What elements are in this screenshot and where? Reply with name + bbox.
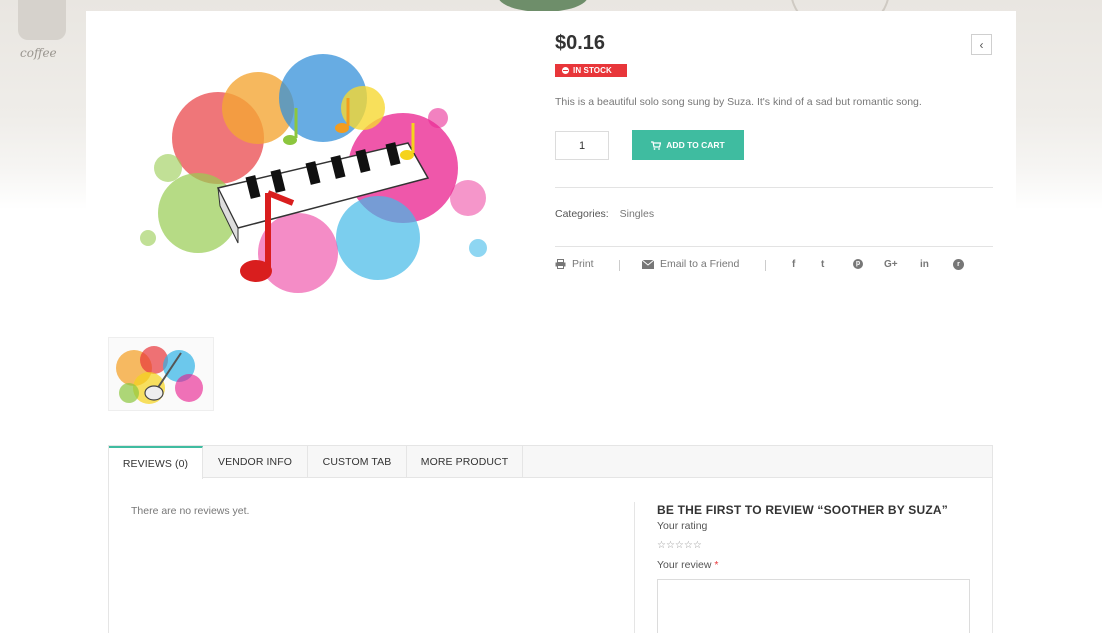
stock-status-badge: IN STOCK	[555, 64, 627, 77]
required-marker: *	[714, 559, 719, 571]
review-column-divider	[634, 502, 635, 633]
tab-bar: REVIEWS (0) VENDOR INFO CUSTOM TAB MORE …	[109, 446, 992, 479]
add-to-cart-label: ADD TO CART	[666, 140, 725, 150]
product-main-image[interactable]	[108, 28, 528, 328]
tab-custom[interactable]: CUSTOM TAB	[308, 446, 407, 478]
review-label: Your review *	[657, 559, 719, 571]
share-separator	[765, 260, 766, 271]
google-plus-icon[interactable]: G+	[884, 259, 898, 270]
linkedin-icon[interactable]: in	[920, 259, 929, 270]
email-friend-label: Email to a Friend	[660, 258, 740, 270]
add-to-cart-button[interactable]: ADD TO CART	[632, 130, 744, 160]
chevron-left-icon: ‹	[979, 37, 984, 52]
facebook-icon[interactable]: f	[792, 259, 795, 270]
guitar-thumbnail-icon	[109, 338, 213, 410]
product-price: $0.16	[555, 32, 606, 54]
categories-label: Categories:	[555, 208, 609, 220]
cart-icon	[651, 140, 662, 150]
background-mug	[18, 0, 66, 40]
product-categories: Categories: Singles	[555, 208, 654, 220]
review-label-text: Your review	[657, 559, 712, 571]
review-textarea[interactable]	[657, 579, 970, 633]
category-link-singles[interactable]: Singles	[620, 208, 654, 220]
tab-reviews[interactable]: REVIEWS (0)	[109, 446, 203, 479]
envelope-icon	[642, 259, 654, 269]
tab-more-product[interactable]: MORE PRODUCT	[407, 446, 523, 478]
share-separator	[619, 260, 620, 271]
product-thumbnail[interactable]	[108, 337, 214, 411]
previous-product-button[interactable]: ‹	[971, 34, 992, 55]
rating-stars[interactable]: ☆☆☆☆☆	[657, 540, 702, 551]
no-reviews-text: There are no reviews yet.	[131, 505, 250, 517]
twitter-icon[interactable]: t	[821, 259, 824, 270]
stock-status-text: IN STOCK	[573, 66, 612, 75]
reddit-icon[interactable]: r	[953, 259, 964, 270]
rating-label: Your rating	[657, 520, 708, 532]
background-logo-text: coffee	[20, 46, 57, 60]
review-form-title: BE THE FIRST TO REVIEW “SOOTHER BY SUZA”	[657, 503, 948, 517]
print-link[interactable]: Print	[555, 258, 594, 270]
tab-vendor-info[interactable]: VENDOR INFO	[203, 446, 308, 478]
details-divider	[555, 187, 993, 188]
pinterest-icon[interactable]: p	[853, 259, 863, 269]
product-description: This is a beautiful solo song sung by Su…	[555, 96, 922, 108]
email-friend-link[interactable]: Email to a Friend	[642, 258, 739, 270]
quantity-input[interactable]	[555, 131, 609, 160]
print-icon	[555, 259, 566, 269]
print-label: Print	[572, 258, 594, 270]
share-row: Print Email to a Friend f t p G+ in r	[555, 258, 995, 274]
stock-status-icon	[562, 67, 569, 74]
share-divider	[555, 246, 993, 247]
